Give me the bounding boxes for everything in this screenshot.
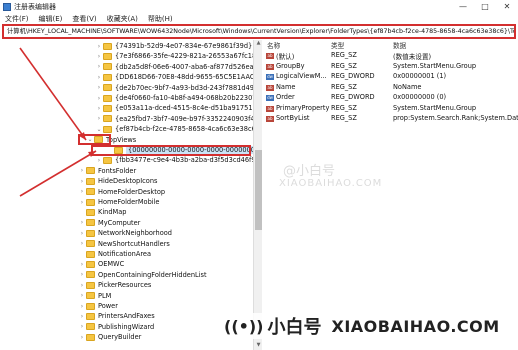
value-type: REG_SZ <box>331 103 357 112</box>
value-type: REG_SZ <box>331 114 357 122</box>
column-header-name[interactable]: 名称 <box>267 40 280 50</box>
dword-value-icon: dw <box>266 95 274 101</box>
values-pane[interactable]: 名称 类型 数据 ab (默认) REG_SZ (数值未设置) ab GroupBy REG… <box>263 40 518 350</box>
watermark-en: XIAOBAIHAO.COM <box>331 316 500 336</box>
string-value-icon: ab <box>266 53 274 59</box>
watermark-mid-en: XIAOBAIHAO.COM <box>279 178 383 189</box>
column-header-type[interactable]: 类型 <box>331 40 344 50</box>
string-value-icon: ab <box>266 84 274 91</box>
dword-value-icon: dw <box>266 74 274 80</box>
value-type: REG_SZ <box>331 51 357 59</box>
string-value-icon: ab <box>266 116 274 122</box>
value-row[interactable]: ab SortByList REG_SZ prop:System.Search.Ran… <box>263 114 518 124</box>
value-row[interactable]: ab GroupBy REG_SZ System.StartMenu.Group <box>263 62 518 72</box>
value-name: Order <box>276 93 295 101</box>
value-type: REG_DWORD <box>331 93 375 101</box>
watermark-banner: ((•)) 小白号 XIAOBAIHAO.COM <box>224 313 500 339</box>
value-name: SortByList <box>276 114 310 122</box>
value-data: 0x00000000 (0) <box>393 93 447 101</box>
value-name: Name <box>276 82 296 91</box>
watermark-mid-cn: @小白号 <box>283 164 336 179</box>
value-data: (数值未设置) <box>393 53 432 61</box>
value-name: PrimaryProperty <box>276 103 330 112</box>
value-data: prop:System.Search.Rank;System.Date <box>393 114 518 122</box>
value-type: REG_DWORD <box>331 72 375 80</box>
arrow-head-1 <box>79 132 86 140</box>
value-name: LogicalViewM... <box>276 72 327 80</box>
value-type: REG_SZ <box>331 82 357 91</box>
value-row[interactable]: dw Order REG_DWORD 0x00000000 (0) <box>263 93 518 103</box>
arrow-line-2 <box>19 150 97 197</box>
value-row[interactable]: dw LogicalViewM... REG_DWORD 0x00000001 (1) <box>263 72 518 82</box>
string-value-icon: ab <box>266 63 274 70</box>
value-type: REG_SZ <box>331 61 357 70</box>
value-row[interactable]: ab PrimaryProperty REG_SZ System.StartMenu.… <box>263 104 518 114</box>
column-header-data[interactable]: 数据 <box>393 40 406 50</box>
value-name: GroupBy <box>276 61 305 70</box>
value-data: System.StartMenu.Group <box>393 61 477 70</box>
value-row[interactable]: ab (默认) REG_SZ (数值未设置) <box>263 51 518 61</box>
value-name: (默认) <box>276 53 295 61</box>
value-row[interactable]: ab Name REG_SZ NoName <box>263 83 518 93</box>
value-data: System.StartMenu.Group <box>393 103 477 112</box>
value-data: NoName <box>393 82 422 91</box>
string-value-icon: ab <box>266 105 274 112</box>
arrow-head-2 <box>88 151 96 157</box>
watermark-cn: 小白号 <box>267 317 322 338</box>
arrow-line-1 <box>19 47 87 141</box>
watermark-logo-icon: ((•)) <box>224 316 264 336</box>
value-data: 0x00000001 (1) <box>393 72 447 80</box>
